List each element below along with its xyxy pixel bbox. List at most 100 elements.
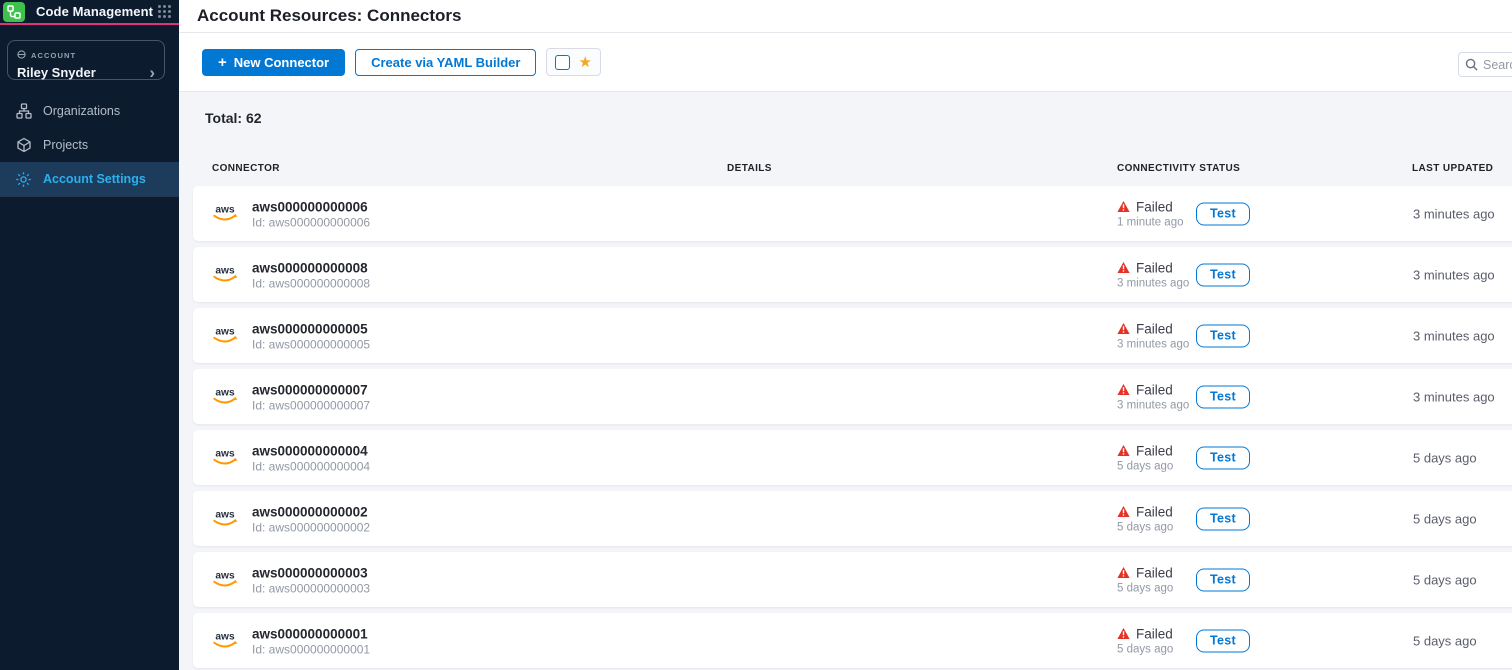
aws-icon: aws [211,567,239,593]
new-connector-button[interactable]: + New Connector [202,49,345,76]
toolbar: + New Connector Create via YAML Builder … [179,33,1512,92]
table-row[interactable]: aws aws000000000004 Id: aws000000000004 … [193,430,1512,485]
svg-text:aws: aws [215,388,235,399]
connector-id: Id: aws000000000005 [252,337,370,351]
favorites-checkbox[interactable] [555,55,570,70]
sidebar-item-projects[interactable]: Projects [0,128,179,162]
warning-icon [1117,445,1130,457]
test-button[interactable]: Test [1196,202,1250,225]
last-updated-cell: 3 minutes ago [1413,267,1495,282]
svg-text:aws: aws [215,205,235,216]
favorites-filter-group[interactable]: ★ [546,48,600,76]
test-button[interactable]: Test [1196,507,1250,530]
search-box[interactable] [1458,52,1512,77]
last-updated-cell: 5 days ago [1413,450,1477,465]
sidebar-item-organizations[interactable]: Organizations [0,94,179,128]
sidebar-item-label: Projects [43,138,88,152]
table-row[interactable]: aws aws000000000005 Id: aws000000000005 … [193,308,1512,363]
table-row[interactable]: aws aws000000000002 Id: aws000000000002 … [193,491,1512,546]
svg-text:aws: aws [215,327,235,338]
connector-rows: aws aws000000000006 Id: aws000000000006 … [193,186,1512,670]
connector-id: Id: aws000000000003 [252,581,370,595]
sidebar-header: Code Management [0,0,179,23]
sidebar-item-label: Account Settings [43,172,146,186]
connector-id: Id: aws000000000008 [252,276,370,290]
connector-name: aws000000000008 [252,259,370,276]
connector-name: aws000000000007 [252,381,370,398]
new-connector-label: New Connector [234,55,329,70]
connector-id: Id: aws000000000002 [252,520,370,534]
aws-icon: aws [211,201,239,227]
warning-icon [1117,201,1130,213]
connectivity-status-cell: Failed 3 minutes ago [1117,321,1189,350]
connector-cell: aws aws000000000001 Id: aws000000000001 [211,625,370,656]
last-updated-cell: 5 days ago [1413,511,1477,526]
code-management-logo-icon[interactable] [3,2,25,22]
status-text: Failed [1136,382,1173,397]
connectivity-status-cell: Failed 3 minutes ago [1117,382,1189,411]
connectivity-status-cell: Failed 1 minute ago [1117,199,1184,228]
table-row[interactable]: aws aws000000000003 Id: aws000000000003 … [193,552,1512,607]
test-button[interactable]: Test [1196,568,1250,591]
sidebar-item-label: Organizations [43,104,120,118]
page-title: Account Resources: Connectors [197,6,462,26]
table-row[interactable]: aws aws000000000007 Id: aws000000000007 … [193,369,1512,424]
last-updated-cell: 5 days ago [1413,572,1477,587]
status-time: 1 minute ago [1117,216,1184,228]
last-updated-cell: 5 days ago [1413,633,1477,648]
status-text: Failed [1136,260,1173,275]
last-updated-cell: 3 minutes ago [1413,328,1495,343]
table-row[interactable]: aws aws000000000006 Id: aws000000000006 … [193,186,1512,241]
module-title: Code Management [36,4,153,19]
status-text: Failed [1136,565,1173,580]
chevron-right-icon: › [149,67,155,79]
test-button[interactable]: Test [1196,324,1250,347]
total-count: Total: 62 [205,110,262,126]
aws-icon: aws [211,262,239,288]
last-updated-cell: 3 minutes ago [1413,206,1495,221]
gear-icon [15,171,32,188]
test-button[interactable]: Test [1196,263,1250,286]
aws-icon: aws [211,628,239,654]
nav-divider [0,196,179,197]
search-input[interactable] [1483,58,1512,72]
status-time: 3 minutes ago [1117,277,1189,289]
svg-text:aws: aws [215,449,235,460]
projects-icon [15,137,32,154]
column-header-connector: CONNECTOR [212,163,280,174]
module-switcher-icon[interactable] [158,5,171,18]
warning-icon [1117,323,1130,335]
connectivity-status-cell: Failed 3 minutes ago [1117,260,1189,289]
status-time: 3 minutes ago [1117,399,1189,411]
search-icon [1465,58,1478,71]
svg-text:aws: aws [215,266,235,277]
page-header: Account Resources: Connectors [179,0,1512,33]
account-icon [17,46,26,64]
test-button[interactable]: Test [1196,385,1250,408]
account-selector[interactable]: ACCOUNT Riley Snyder › [7,40,165,80]
organizations-icon [15,103,32,120]
sidebar-item-account-settings[interactable]: Account Settings [0,162,179,196]
table-row[interactable]: aws aws000000000008 Id: aws000000000008 … [193,247,1512,302]
connector-cell: aws aws000000000002 Id: aws000000000002 [211,503,370,534]
svg-text:aws: aws [215,571,235,582]
table-row[interactable]: aws aws000000000001 Id: aws000000000001 … [193,613,1512,668]
connector-cell: aws aws000000000004 Id: aws000000000004 [211,442,370,473]
sidebar-nav: Organizations Projects Account Settings [0,94,179,196]
svg-text:aws: aws [215,510,235,521]
connector-cell: aws aws000000000007 Id: aws000000000007 [211,381,370,412]
connectivity-status-cell: Failed 5 days ago [1117,443,1173,472]
aws-icon: aws [211,323,239,349]
connector-name: aws000000000002 [252,503,370,520]
plus-icon: + [218,55,227,70]
status-text: Failed [1136,199,1173,214]
test-button[interactable]: Test [1196,629,1250,652]
warning-icon [1117,567,1130,579]
warning-icon [1117,262,1130,274]
column-header-connectivity-status: CONNECTIVITY STATUS [1117,163,1240,174]
test-button[interactable]: Test [1196,446,1250,469]
column-header-last-updated: LAST UPDATED [1412,163,1493,174]
connector-name: aws000000000005 [252,320,370,337]
create-via-yaml-builder-button[interactable]: Create via YAML Builder [355,49,536,76]
connector-name: aws000000000004 [252,442,370,459]
